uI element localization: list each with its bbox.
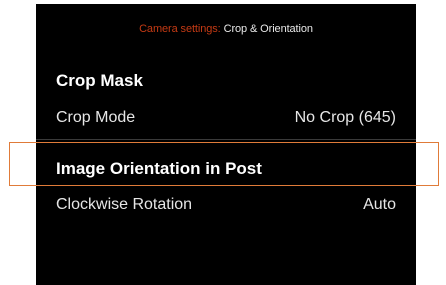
clockwise-rotation-label[interactable]: Clockwise Rotation (56, 196, 192, 214)
crop-mask-section-title: Crop Mask (56, 71, 143, 90)
clockwise-rotation-value[interactable]: Auto (363, 196, 396, 214)
header-title: Crop & Orientation (223, 23, 313, 35)
screen-header: Camera settings: Crop & Orientation (36, 23, 416, 35)
image-orientation-section-title: Image Orientation in Post (56, 159, 262, 178)
header-prefix: Camera settings: (139, 23, 221, 35)
section-divider (36, 139, 416, 140)
crop-mode-value[interactable]: No Crop (645) (295, 109, 396, 127)
camera-settings-screen: Camera settings: Crop & Orientation Crop… (36, 4, 416, 285)
crop-mode-label[interactable]: Crop Mode (56, 109, 135, 127)
